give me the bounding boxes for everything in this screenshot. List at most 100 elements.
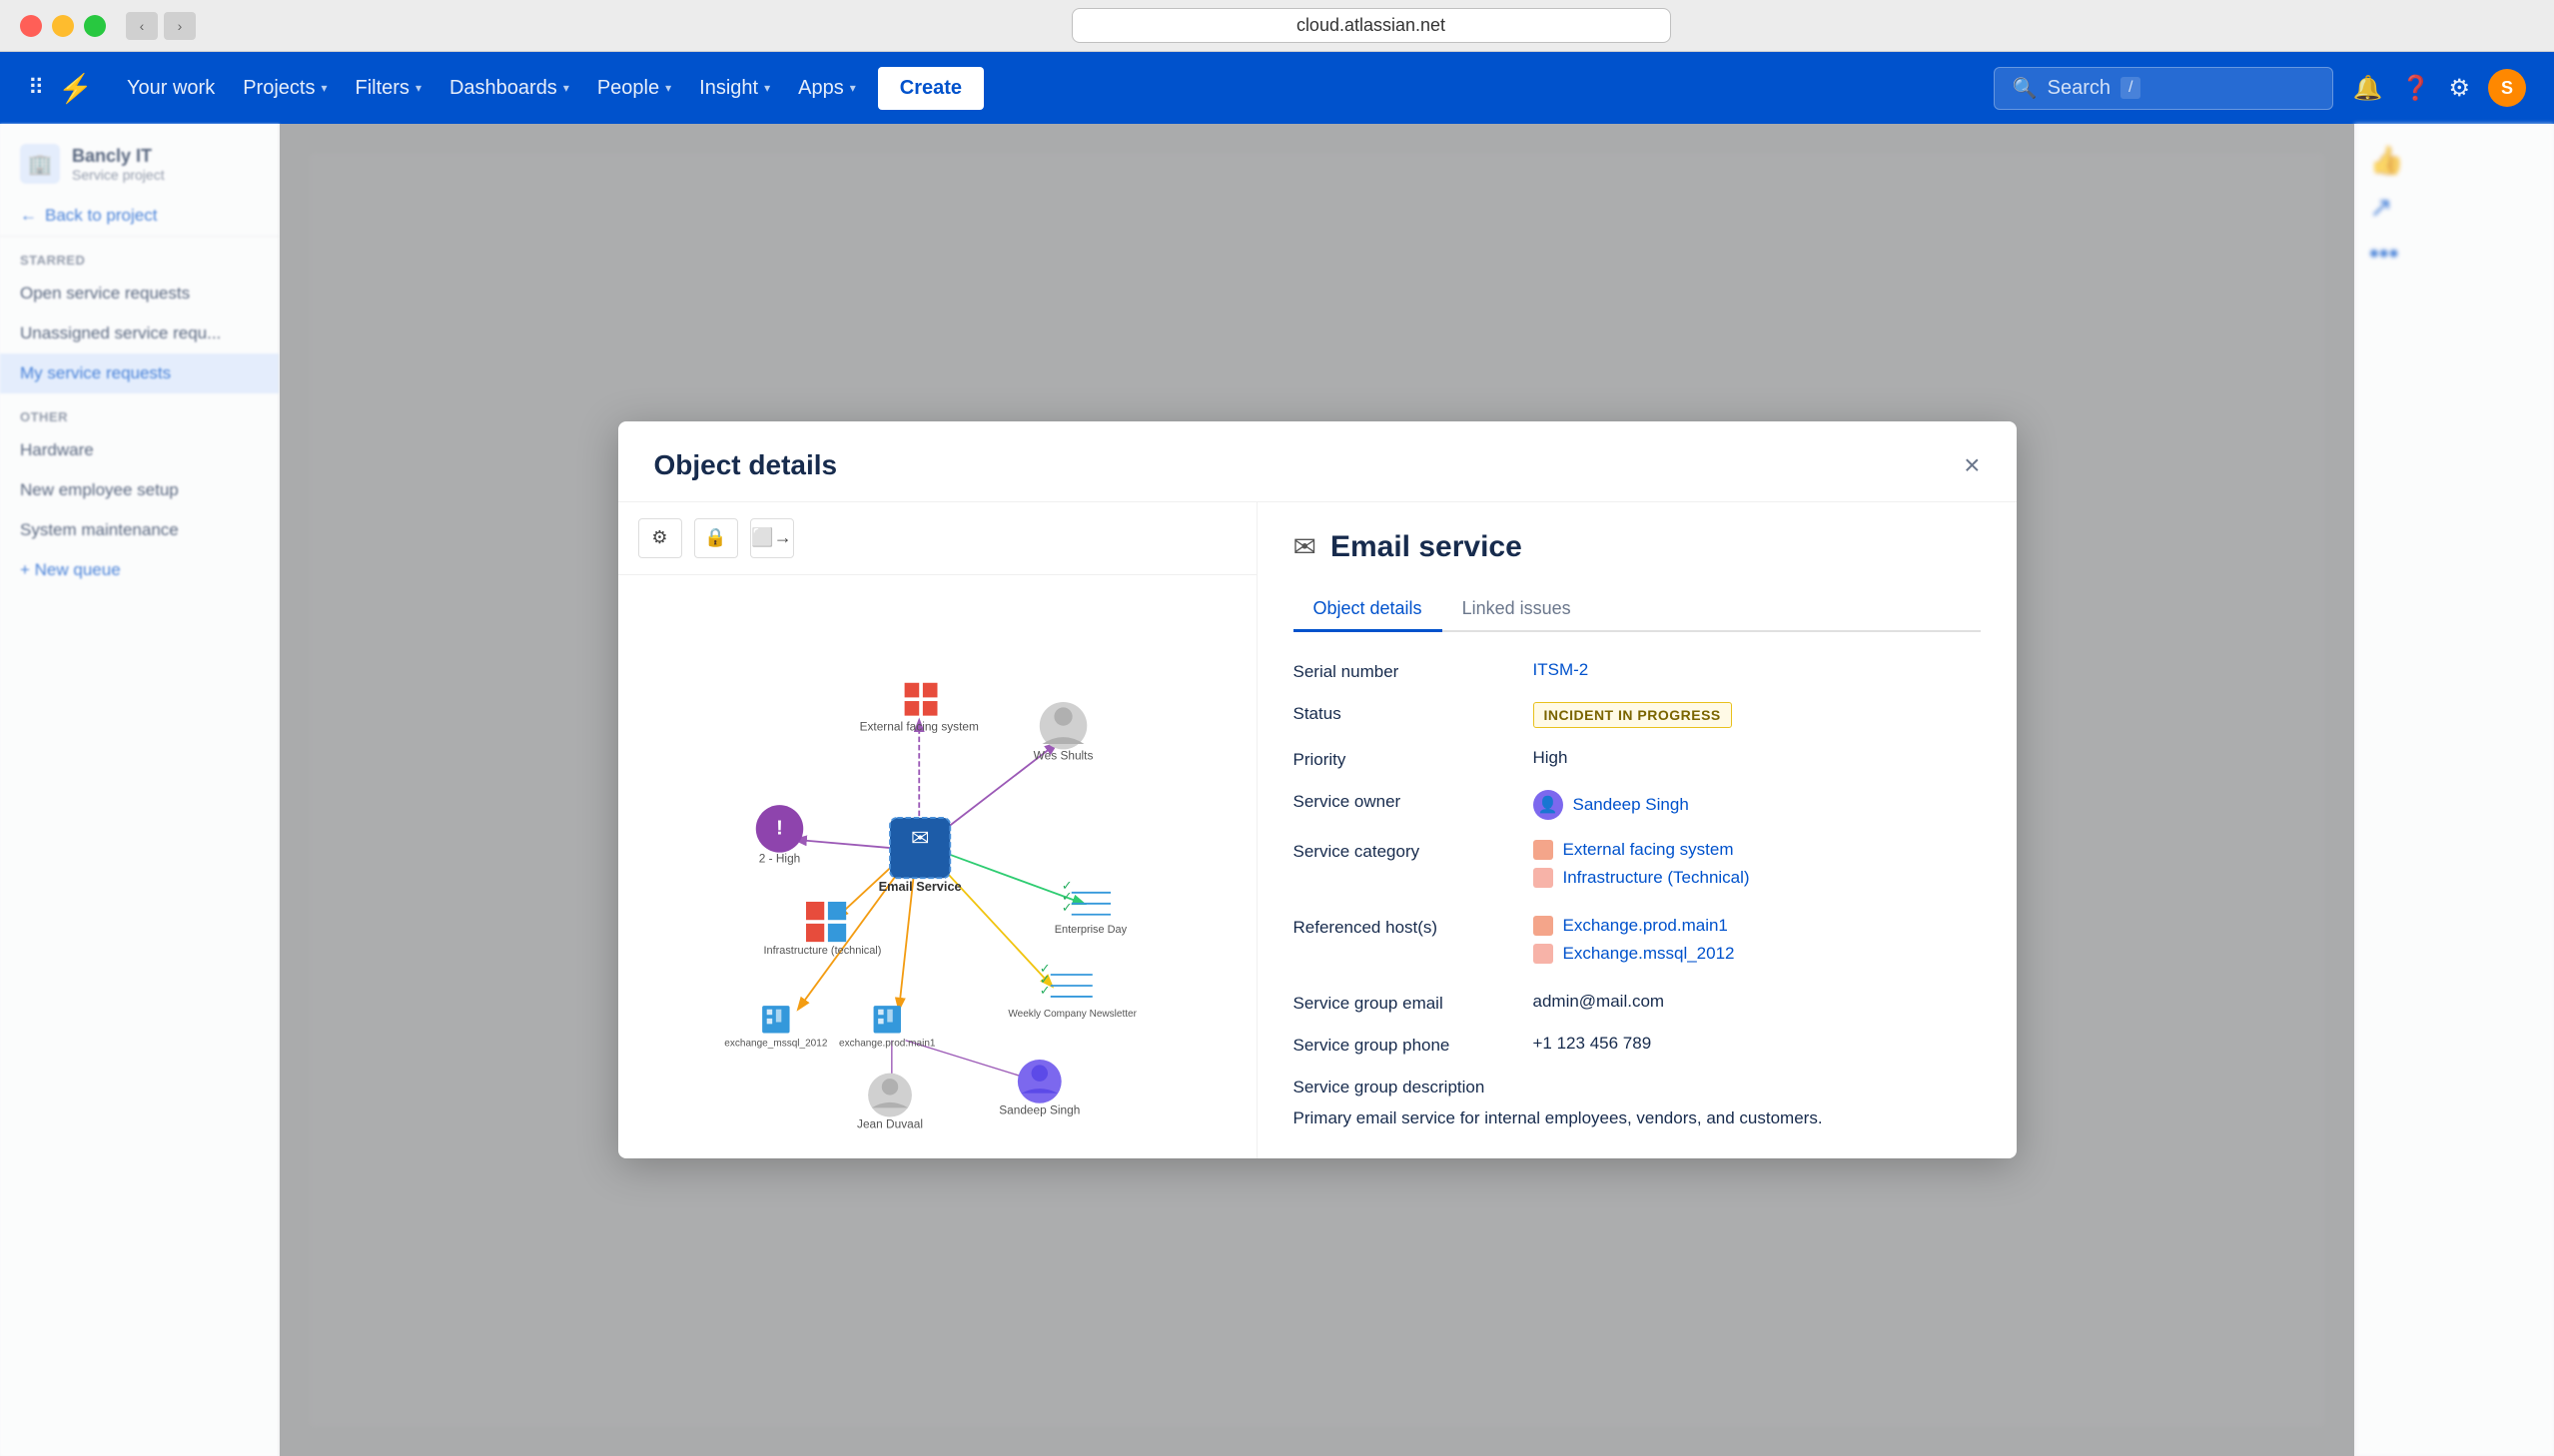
page-body: 🏢 Bancly IT Service project ← Back to pr… [0,124,2554,1456]
modal-close-button[interactable]: × [1964,451,1980,479]
service-group-phone-value: +1 123 456 789 [1533,1034,1652,1054]
svg-text:!: ! [776,817,783,839]
back-arrow-icon: ← [20,206,37,226]
nav-insight[interactable]: Insight ▾ [685,52,784,124]
project-name: Bancly IT [72,146,165,167]
graph-lock-button[interactable]: 🔒 [694,518,738,558]
chevron-down-icon: ▾ [665,81,671,95]
graph-export-button[interactable]: ⬜→ [750,518,794,558]
host-item-1: Exchange.prod.main1 [1533,916,1735,936]
tab-object-details[interactable]: Object details [1293,588,1442,632]
nav-projects[interactable]: Projects ▾ [229,52,341,124]
sidebar-item-my-service[interactable]: My service requests [0,354,279,393]
search-icon: 🔍 [2013,76,2038,101]
close-traffic-light[interactable] [20,15,42,37]
tab-linked-issues[interactable]: Linked issues [1442,588,1591,632]
service-owner-row: Service owner 👤 Sandeep Singh [1293,790,1981,820]
serial-number-label: Serial number [1293,660,1513,682]
service-group-description-text: Primary email service for internal emplo… [1293,1105,1823,1131]
svg-text:✉: ✉ [910,825,928,850]
referenced-hosts-row: Referenced host(s) Exchange.prod.main1 E… [1293,916,1981,972]
host-name-1[interactable]: Exchange.prod.main1 [1563,916,1728,936]
category-color-1 [1533,840,1553,860]
graph-panel: ⚙ 🔒 ⬜→ [618,502,1258,1159]
owner-name[interactable]: Sandeep Singh [1573,795,1689,815]
host-name-2[interactable]: Exchange.mssql_2012 [1563,944,1735,964]
status-row: Status INCIDENT IN PROGRESS [1293,702,1981,728]
sidebar-item-hardware[interactable]: Hardware [0,430,279,470]
detail-tabs: Object details Linked issues [1293,588,1981,632]
category-name-2[interactable]: Infrastructure (Technical) [1563,868,1750,888]
status-label: Status [1293,702,1513,724]
right-panel: 👍 ↗ ••• [2354,124,2554,1456]
titlebar: ‹ › cloud.atlassian.net [0,0,2554,52]
back-to-project-link[interactable]: ← Back to project [0,196,279,237]
project-header: 🏢 Bancly IT Service project [0,124,279,196]
svg-text:Sandeep Singh: Sandeep Singh [999,1102,1080,1116]
browser-back-button[interactable]: ‹ [126,12,158,40]
svg-text:Jean Duvaal: Jean Duvaal [857,1116,923,1130]
sidebar-item-new-employee[interactable]: New employee setup [0,470,279,510]
more-options-icon[interactable]: ••• [2369,238,2540,270]
category-item-1: External facing system [1533,840,1750,860]
service-group-email-row: Service group email admin@mail.com [1293,992,1981,1014]
serial-number-value[interactable]: ITSM-2 [1533,660,1589,680]
other-section-label: OTHER [0,393,279,430]
traffic-lights [20,15,106,37]
chevron-down-icon: ▾ [321,81,327,95]
add-queue-button[interactable]: + New queue [0,550,279,590]
sidebar-item-system-maintenance[interactable]: System maintenance [0,510,279,550]
service-group-description-row: Service group description Primary email … [1293,1076,1981,1131]
user-avatar[interactable]: S [2488,69,2526,107]
chevron-down-icon: ▾ [563,81,569,95]
detail-rows: Serial number ITSM-2 Status INCIDENT IN … [1293,660,1981,1131]
help-icon[interactable]: ❓ [2401,74,2431,103]
graph-svg: External facing system Wes Shults ! 2 - … [618,575,1257,1159]
project-info: Bancly IT Service project [72,146,165,183]
share-icon[interactable]: ↗ [2369,191,2540,224]
minimize-traffic-light[interactable] [52,15,74,37]
thumbs-up-icon[interactable]: 👍 [2369,144,2540,177]
notifications-icon[interactable]: 🔔 [2353,74,2383,103]
modal-body: ⚙ 🔒 ⬜→ [618,502,2017,1159]
sidebar-item-unassigned[interactable]: Unassigned service requ... [0,314,279,354]
host-color-1 [1533,916,1553,936]
grid-icon[interactable]: ⠿ [28,75,44,101]
jira-logo[interactable]: ⚡ [58,72,93,105]
service-group-phone-row: Service group phone +1 123 456 789 [1293,1034,1981,1056]
svg-text:✓: ✓ [1039,983,1050,998]
svg-text:✓: ✓ [1061,900,1072,915]
priority-label: Priority [1293,748,1513,770]
search-bar[interactable]: 🔍 Search / [1994,67,2333,110]
starred-section-label: STARRED [0,237,279,274]
nav-dashboards[interactable]: Dashboards ▾ [435,52,583,124]
nav-filters[interactable]: Filters ▾ [341,52,434,124]
sidebar-item-open-service[interactable]: Open service requests [0,274,279,314]
service-group-email-label: Service group email [1293,992,1513,1014]
priority-value: High [1533,748,1568,768]
settings-icon[interactable]: ⚙ [2448,74,2470,103]
nav-action-icons: 🔔 ❓ ⚙ S [2353,69,2526,107]
host-item-2: Exchange.mssql_2012 [1533,944,1735,964]
nav-your-work[interactable]: Your work [113,52,229,124]
service-group-description-label: Service group description [1293,1076,1513,1097]
browser-forward-button[interactable]: › [164,12,196,40]
svg-text:Infrastructure (technical): Infrastructure (technical) [763,945,881,957]
nav-apps[interactable]: Apps ▾ [784,52,870,124]
create-button[interactable]: Create [878,67,984,110]
service-category-values: External facing system Infrastructure (T… [1533,840,1750,896]
url-bar[interactable]: cloud.atlassian.net [1072,8,1671,43]
object-name: Email service [1330,530,1522,564]
owner-avatar: 👤 [1533,790,1563,820]
svg-text:Weekly Company Newsletter: Weekly Company Newsletter [1008,1009,1137,1020]
category-name-1[interactable]: External facing system [1563,840,1734,860]
maximize-traffic-light[interactable] [84,15,106,37]
main-content: Object details × ⚙ 🔒 ⬜→ [280,124,2354,1456]
host-color-2 [1533,944,1553,964]
object-header: ✉ Email service [1293,530,1981,564]
service-group-email-value: admin@mail.com [1533,992,1665,1012]
graph-settings-button[interactable]: ⚙ [638,518,682,558]
modal-overlay: Object details × ⚙ 🔒 ⬜→ [280,124,2354,1456]
service-owner-value: 👤 Sandeep Singh [1533,790,1689,820]
nav-people[interactable]: People ▾ [583,52,685,124]
